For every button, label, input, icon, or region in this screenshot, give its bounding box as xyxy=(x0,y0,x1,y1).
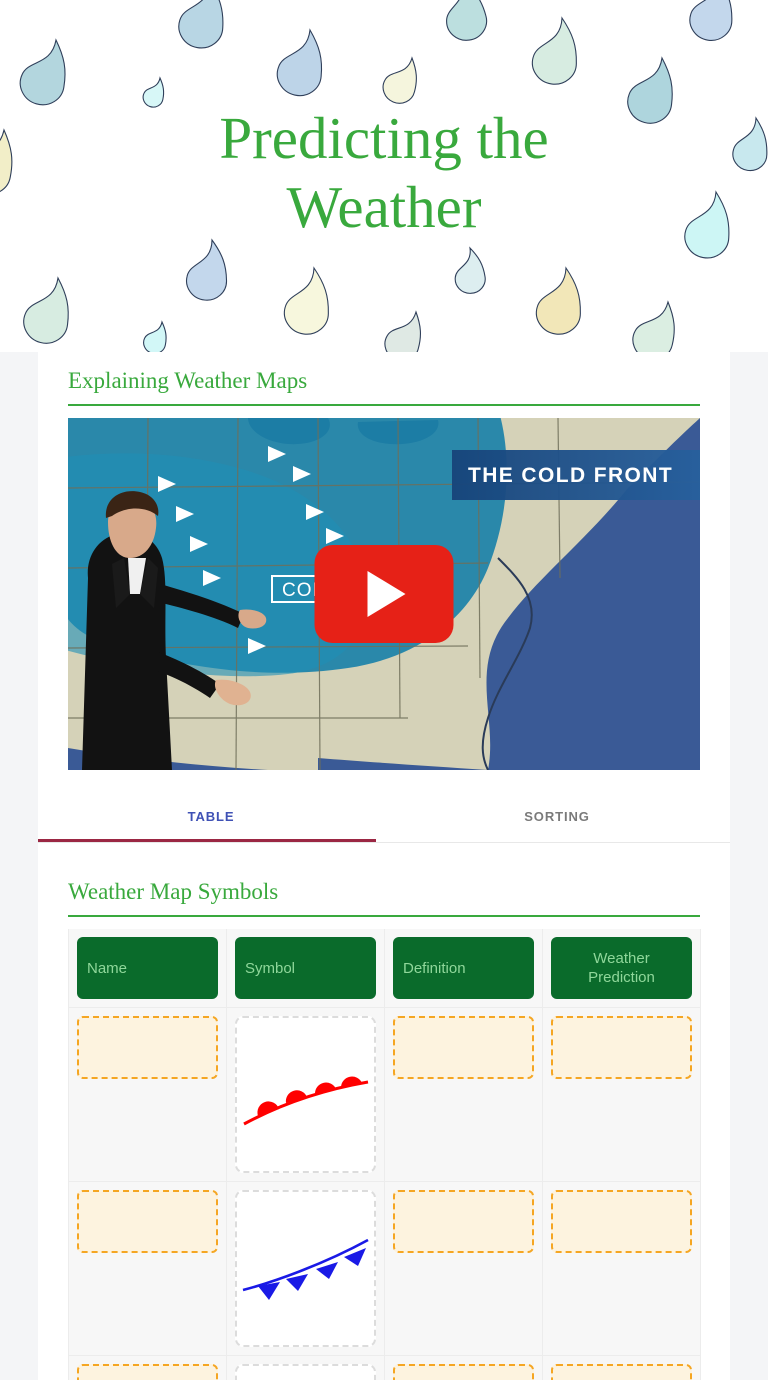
symbol-tile[interactable] xyxy=(235,1364,376,1380)
dropzone-prediction[interactable] xyxy=(551,1190,692,1253)
table-row xyxy=(68,1181,701,1356)
tab-sorting-label: SORTING xyxy=(524,809,590,824)
svg-text:THE COLD FRONT: THE COLD FRONT xyxy=(468,464,673,487)
cell-prediction xyxy=(542,1007,701,1182)
table-body xyxy=(68,1007,701,1380)
table-row xyxy=(68,1355,701,1380)
cell-definition xyxy=(384,1181,543,1356)
table-header-row: Name Symbol Definition Weather Predictio… xyxy=(68,929,701,1008)
table-section: Weather Map Symbols Name Symbol Definiti… xyxy=(38,863,730,1380)
dropzone-definition[interactable] xyxy=(393,1016,534,1079)
column-header-symbol: Symbol xyxy=(226,929,385,1008)
dropzone-prediction[interactable] xyxy=(551,1016,692,1079)
raindrop-icon xyxy=(283,266,329,335)
raindrop-icon xyxy=(186,238,228,301)
section-divider xyxy=(68,915,700,917)
raindrop-icon xyxy=(23,276,69,344)
cell-name xyxy=(68,1007,227,1182)
column-header-name-label: Name xyxy=(77,937,218,999)
dropzone-name[interactable] xyxy=(77,1190,218,1253)
raindrop-icon xyxy=(531,16,577,85)
raindrop-icon xyxy=(19,38,66,106)
dropzone-definition[interactable] xyxy=(393,1190,534,1253)
cell-symbol xyxy=(226,1355,385,1380)
cell-definition xyxy=(384,1007,543,1182)
cell-prediction xyxy=(542,1355,701,1380)
raindrop-icon xyxy=(382,56,417,104)
section-divider xyxy=(68,404,700,406)
tab-table-label: TABLE xyxy=(187,809,235,824)
symbol-tile[interactable] xyxy=(235,1016,376,1173)
cell-symbol xyxy=(226,1181,385,1356)
warm-front-symbol xyxy=(242,1076,368,1125)
symbol-tile[interactable] xyxy=(235,1190,376,1347)
table-section-heading: Weather Map Symbols xyxy=(68,879,279,904)
column-header-definition: Definition xyxy=(384,929,543,1008)
page-title: Predicting the Weather xyxy=(219,105,549,240)
video-section-head: Explaining Weather Maps xyxy=(68,352,700,406)
cell-prediction xyxy=(542,1181,701,1356)
play-triangle-icon xyxy=(367,571,406,617)
cold-front-symbol xyxy=(242,1238,369,1300)
column-header-prediction-label: Weather Prediction xyxy=(551,937,692,999)
raindrop-icon xyxy=(689,0,733,41)
page-root: Predicting the Weather Explaining Weathe… xyxy=(0,0,768,1380)
raindrop-icon xyxy=(384,310,421,352)
hero-banner: Predicting the Weather xyxy=(0,0,768,352)
raindrop-icon xyxy=(178,0,224,49)
dropzone-prediction[interactable] xyxy=(551,1364,692,1380)
weather-symbols-table: Name Symbol Definition Weather Predictio… xyxy=(68,929,701,1380)
tab-sorting[interactable]: SORTING xyxy=(384,791,730,842)
cell-symbol xyxy=(226,1007,385,1182)
column-header-prediction: Weather Prediction xyxy=(542,929,701,1008)
table-header: Name Symbol Definition Weather Predictio… xyxy=(68,929,701,1008)
play-button[interactable] xyxy=(314,545,454,643)
hero-title-wrap: Predicting the Weather xyxy=(0,104,768,242)
cell-name xyxy=(68,1181,227,1356)
table-row xyxy=(68,1007,701,1182)
tab-active-indicator xyxy=(38,839,376,842)
tab-table[interactable]: TABLE xyxy=(38,791,384,842)
column-header-symbol-label: Symbol xyxy=(235,937,376,999)
table-section-head: Weather Map Symbols xyxy=(68,863,700,917)
raindrop-icon xyxy=(535,266,581,335)
dropzone-name[interactable] xyxy=(77,1016,218,1079)
column-header-name: Name xyxy=(68,929,227,1008)
raindrop-icon xyxy=(276,28,323,97)
video-section-heading: Explaining Weather Maps xyxy=(68,368,308,393)
raindrop-icon xyxy=(632,300,675,352)
raindrop-icon xyxy=(446,0,488,41)
dropzone-name[interactable] xyxy=(77,1364,218,1380)
cell-definition xyxy=(384,1355,543,1380)
content-card: Explaining Weather Maps COLD THE COLD FR… xyxy=(38,352,730,1380)
raindrop-icon xyxy=(454,246,486,294)
tab-bar: TABLE SORTING xyxy=(38,791,730,843)
cell-name xyxy=(68,1355,227,1380)
video-player[interactable]: COLD THE COLD FRONT xyxy=(68,418,700,770)
raindrop-icon xyxy=(143,320,167,352)
dropzone-definition[interactable] xyxy=(393,1364,534,1380)
column-header-definition-label: Definition xyxy=(393,937,534,999)
